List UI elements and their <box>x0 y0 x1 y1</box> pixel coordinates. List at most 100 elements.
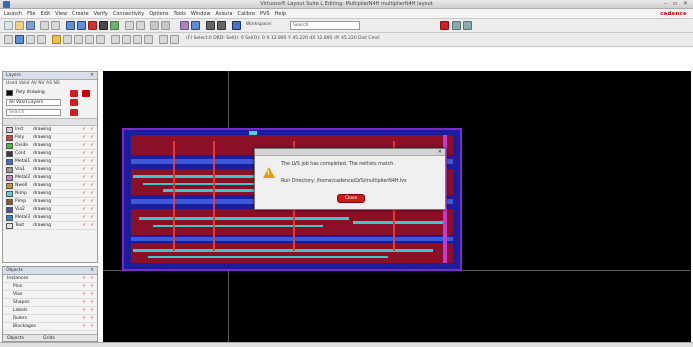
object-row[interactable]: Labels ✓ ✓ <box>3 307 97 315</box>
descend-icon[interactable] <box>206 21 215 30</box>
menu-view[interactable]: View <box>55 11 67 17</box>
polygon-icon[interactable] <box>74 35 83 44</box>
layer-row[interactable]: Metal2 drawing ✓ ✓ <box>3 174 97 182</box>
layer-row[interactable]: Nwell drawing ✓ ✓ <box>3 182 97 190</box>
move-icon[interactable] <box>4 35 13 44</box>
layer-row[interactable]: Via2 drawing ✓ ✓ <box>3 206 97 214</box>
menu-window[interactable]: Window <box>191 11 211 17</box>
menu-options[interactable]: Options <box>149 11 168 17</box>
undo-icon[interactable] <box>40 21 49 30</box>
save-icon[interactable] <box>26 21 35 30</box>
wire-icon[interactable] <box>144 35 153 44</box>
merge-icon[interactable] <box>170 35 179 44</box>
copy-icon[interactable] <box>15 35 24 44</box>
menu-connectivity[interactable]: Connectivity <box>113 11 144 17</box>
tab-objects[interactable]: Objects <box>7 336 24 341</box>
selectable-checkbox-icon[interactable]: ✓ <box>90 183 94 188</box>
close-icon[interactable]: ✕ <box>90 73 94 78</box>
properties-icon[interactable] <box>52 35 61 44</box>
valid-layers-select[interactable]: All Valid Layers <box>6 99 61 106</box>
workspace-search[interactable]: Search <box>290 21 360 30</box>
via-icon[interactable] <box>133 35 142 44</box>
visible-checkbox-icon[interactable]: ✓ <box>82 135 86 140</box>
layer-row[interactable]: Via1 drawing ✓ ✓ <box>3 166 97 174</box>
object-row[interactable]: Shapes ✓ ✓ <box>3 299 97 307</box>
snap-icon[interactable] <box>161 21 170 30</box>
menu-help[interactable]: Help <box>275 11 286 17</box>
selectable-checkbox-icon[interactable]: ✓ <box>90 215 94 220</box>
selectable-checkbox-icon[interactable]: ✓ <box>90 292 94 297</box>
visible-checkbox-icon[interactable]: ✓ <box>82 276 86 281</box>
object-row[interactable]: Blockages ✓ ✓ <box>3 323 97 331</box>
object-row[interactable]: Pins ✓ ✓ <box>3 283 97 291</box>
select-mode-icon[interactable] <box>125 21 134 30</box>
chop-icon[interactable] <box>159 35 168 44</box>
path-icon[interactable] <box>85 35 94 44</box>
workspace-save-icon[interactable] <box>452 21 461 30</box>
visible-checkbox-icon[interactable]: ✓ <box>82 316 86 321</box>
selectable-checkbox-icon[interactable]: ✓ <box>90 300 94 305</box>
visible-checkbox-icon[interactable]: ✓ <box>82 127 86 132</box>
ruler-icon[interactable] <box>136 21 145 30</box>
visible-checkbox-icon[interactable]: ✓ <box>82 223 86 228</box>
layer-search-icon[interactable] <box>70 109 78 116</box>
selectable-checkbox-icon[interactable]: ✓ <box>90 284 94 289</box>
object-row[interactable]: Instances ✓ ✓ <box>3 275 97 283</box>
selectable-checkbox-icon[interactable]: ✓ <box>90 135 94 140</box>
selectable-checkbox-icon[interactable]: ✓ <box>90 308 94 313</box>
menu-file[interactable]: File <box>27 11 35 17</box>
workspace-load-icon[interactable] <box>463 21 472 30</box>
object-row[interactable]: Vias ✓ ✓ <box>3 291 97 299</box>
visible-checkbox-icon[interactable]: ✓ <box>82 215 86 220</box>
instance-icon[interactable] <box>111 35 120 44</box>
visible-checkbox-icon[interactable]: ✓ <box>82 324 86 329</box>
selectable-checkbox-icon[interactable]: ✓ <box>90 151 94 156</box>
close-icon[interactable]: ✕ <box>438 149 442 155</box>
visible-checkbox-icon[interactable]: ✓ <box>82 183 86 188</box>
hierarchy-icon[interactable] <box>180 21 189 30</box>
zoom-in-icon[interactable] <box>66 21 75 30</box>
menu-launch[interactable]: Launch <box>4 11 22 17</box>
grid-icon[interactable] <box>150 21 159 30</box>
layer-filter-row[interactable]: Used Valid AV NV AS NS <box>3 80 97 88</box>
visible-checkbox-icon[interactable]: ✓ <box>82 292 86 297</box>
layer-row[interactable]: Poly drawing ✓ ✓ <box>3 134 97 142</box>
visible-checkbox-icon[interactable]: ✓ <box>82 151 86 156</box>
visible-checkbox-icon[interactable]: ✓ <box>82 300 86 305</box>
selectable-checkbox-icon[interactable]: ✓ <box>90 324 94 329</box>
stretch-icon[interactable] <box>26 35 35 44</box>
open-icon[interactable] <box>15 21 24 30</box>
window-controls[interactable]: – ▫ ✕ <box>664 0 690 7</box>
visible-checkbox-icon[interactable]: ✓ <box>82 207 86 212</box>
visible-checkbox-icon[interactable]: ✓ <box>82 199 86 204</box>
layer-row[interactable]: Cont drawing ✓ ✓ <box>3 150 97 158</box>
redo-icon[interactable] <box>51 21 60 30</box>
selectable-checkbox-icon[interactable]: ✓ <box>90 316 94 321</box>
layer-search-input[interactable]: Search <box>6 109 61 116</box>
selectable-checkbox-icon[interactable]: ✓ <box>90 127 94 132</box>
dialog-close-button[interactable]: Close <box>337 194 365 203</box>
zoom-out-icon[interactable] <box>77 21 86 30</box>
layer-row[interactable]: Oxide drawing ✓ ✓ <box>3 142 97 150</box>
layer-dropdown-icon[interactable] <box>70 90 78 97</box>
layer-row[interactable]: Inst drawing ✓ ✓ <box>3 126 97 134</box>
layer-row[interactable]: Pimp drawing ✓ ✓ <box>3 198 97 206</box>
menu-verify[interactable]: Verify <box>94 11 108 17</box>
stop-icon[interactable] <box>88 21 97 30</box>
visible-checkbox-icon[interactable]: ✓ <box>82 308 86 313</box>
selectable-checkbox-icon[interactable]: ✓ <box>90 191 94 196</box>
search-icon[interactable] <box>191 21 200 30</box>
tab-grids[interactable]: Grids <box>43 336 55 341</box>
delete-icon[interactable] <box>37 35 46 44</box>
layer-visibility-icon[interactable] <box>82 90 90 97</box>
layer-row[interactable]: Metal3 drawing ✓ ✓ <box>3 214 97 222</box>
selectable-checkbox-icon[interactable]: ✓ <box>90 167 94 172</box>
menu-create[interactable]: Create <box>72 11 89 17</box>
menu-tools[interactable]: Tools <box>174 11 186 17</box>
selectable-checkbox-icon[interactable]: ✓ <box>90 175 94 180</box>
layer-search-row[interactable]: Search <box>3 108 97 118</box>
menu-edit[interactable]: Edit <box>40 11 50 17</box>
menu-pvs[interactable]: PVS <box>260 11 270 17</box>
layer-row[interactable]: Nimp drawing ✓ ✓ <box>3 190 97 198</box>
selectable-checkbox-icon[interactable]: ✓ <box>90 223 94 228</box>
